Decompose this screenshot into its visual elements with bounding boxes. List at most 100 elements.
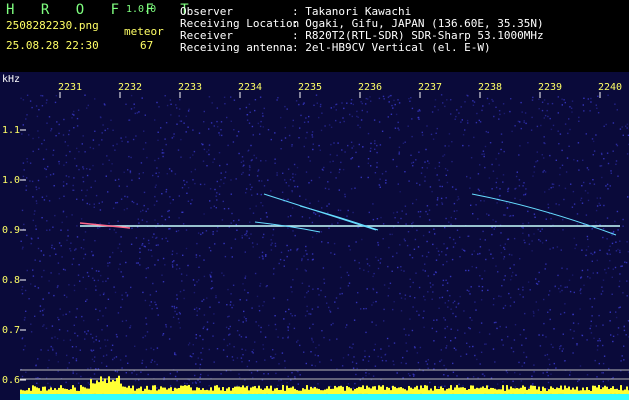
activity-bar	[232, 387, 234, 395]
activity-bar	[434, 385, 436, 395]
activity-bar	[104, 378, 106, 395]
activity-bar	[496, 389, 498, 394]
activity-bar	[532, 385, 534, 395]
activity-bar	[542, 386, 544, 395]
activity-bar	[96, 380, 98, 395]
activity-bar	[618, 389, 620, 394]
activity-bar	[310, 386, 312, 395]
activity-bar	[370, 388, 372, 395]
activity-bar	[522, 385, 524, 394]
activity-bar	[316, 388, 318, 395]
activity-bar	[238, 386, 240, 394]
unit-label: kHz	[2, 74, 20, 85]
activity-bar	[348, 387, 350, 394]
activity-bar	[622, 390, 624, 395]
activity-bar	[206, 389, 208, 395]
activity-bar	[334, 385, 336, 395]
activity-bar	[28, 387, 30, 394]
app-version: 1.0.0	[126, 4, 157, 15]
activity-bar	[408, 385, 410, 394]
app-title: H R O F F T	[6, 2, 198, 18]
activity-bar	[354, 388, 356, 395]
activity-bar	[314, 387, 316, 394]
activity-bar	[222, 387, 224, 395]
activity-bar	[328, 386, 330, 395]
activity-bar	[598, 385, 600, 395]
activity-bar	[584, 390, 586, 394]
activity-bar	[590, 390, 592, 395]
activity-bar	[380, 386, 382, 395]
activity-bar	[326, 388, 328, 394]
activity-bar	[30, 390, 32, 394]
activity-bar	[164, 387, 166, 395]
activity-bar	[224, 390, 226, 394]
activity-bar	[252, 386, 254, 395]
activity-bar	[336, 387, 338, 395]
activity-bar	[478, 388, 480, 394]
activity-bar	[454, 387, 456, 395]
activity-bar	[416, 385, 418, 395]
activity-bar	[472, 385, 474, 395]
time-tick-label: 2235	[298, 82, 322, 93]
activity-bar	[122, 386, 124, 394]
activity-bar	[92, 383, 94, 394]
activity-bar	[396, 388, 398, 395]
activity-bar	[230, 390, 232, 395]
activity-bar	[504, 390, 506, 394]
activity-bar	[424, 385, 426, 395]
activity-bar	[592, 385, 594, 395]
activity-bar	[620, 385, 622, 395]
activity-bar	[256, 388, 258, 395]
activity-bar	[562, 389, 564, 394]
activity-bar	[90, 379, 92, 395]
activity-bar	[126, 387, 128, 394]
freq-tick-label: 1.1	[2, 125, 20, 136]
activity-bar	[66, 389, 68, 395]
activity-bar	[150, 390, 152, 395]
activity-bar	[168, 388, 170, 395]
activity-bar	[264, 388, 266, 395]
activity-bar	[460, 387, 462, 394]
activity-bar	[350, 388, 352, 394]
activity-bar	[62, 388, 64, 395]
activity-bar	[492, 387, 494, 394]
spectrogram: kHz 2231 2232 2233 2234 2235 2236 2237 2…	[0, 72, 629, 400]
activity-bar	[214, 385, 216, 395]
activity-bar	[240, 387, 242, 394]
activity-bar	[430, 388, 432, 394]
time-tick-label: 2232	[118, 82, 142, 93]
activity-bar	[388, 387, 390, 394]
activity-bar	[124, 386, 126, 395]
activity-bar	[266, 386, 268, 394]
activity-bar	[84, 387, 86, 395]
activity-bar	[32, 385, 34, 395]
activity-bar	[34, 386, 36, 395]
activity-bar	[560, 385, 562, 394]
time-tick-label: 2236	[358, 82, 382, 93]
activity-bar	[54, 388, 56, 395]
activity-bar	[68, 389, 70, 395]
activity-bar	[546, 390, 548, 395]
activity-bar	[444, 390, 446, 394]
activity-bar	[246, 386, 248, 395]
activity-bar	[134, 390, 136, 394]
activity-bar	[50, 387, 52, 395]
activity-bar	[156, 390, 158, 394]
activity-bar	[288, 387, 290, 394]
activity-bar	[476, 387, 478, 395]
activity-bar	[102, 381, 104, 394]
info-key-antenna: Receiving antenna	[180, 41, 293, 54]
activity-bar	[578, 390, 580, 395]
activity-bar	[300, 390, 302, 395]
activity-bar	[580, 390, 582, 394]
file-name: 2508282230.png	[6, 19, 99, 32]
activity-bar	[162, 387, 164, 394]
activity-bar	[174, 387, 176, 394]
activity-bar	[518, 388, 520, 394]
activity-bar	[368, 387, 370, 395]
activity-bar	[516, 388, 518, 395]
activity-bar	[470, 385, 472, 394]
activity-bar	[374, 386, 376, 395]
activity-bar	[218, 387, 220, 395]
activity-bar	[202, 388, 204, 394]
